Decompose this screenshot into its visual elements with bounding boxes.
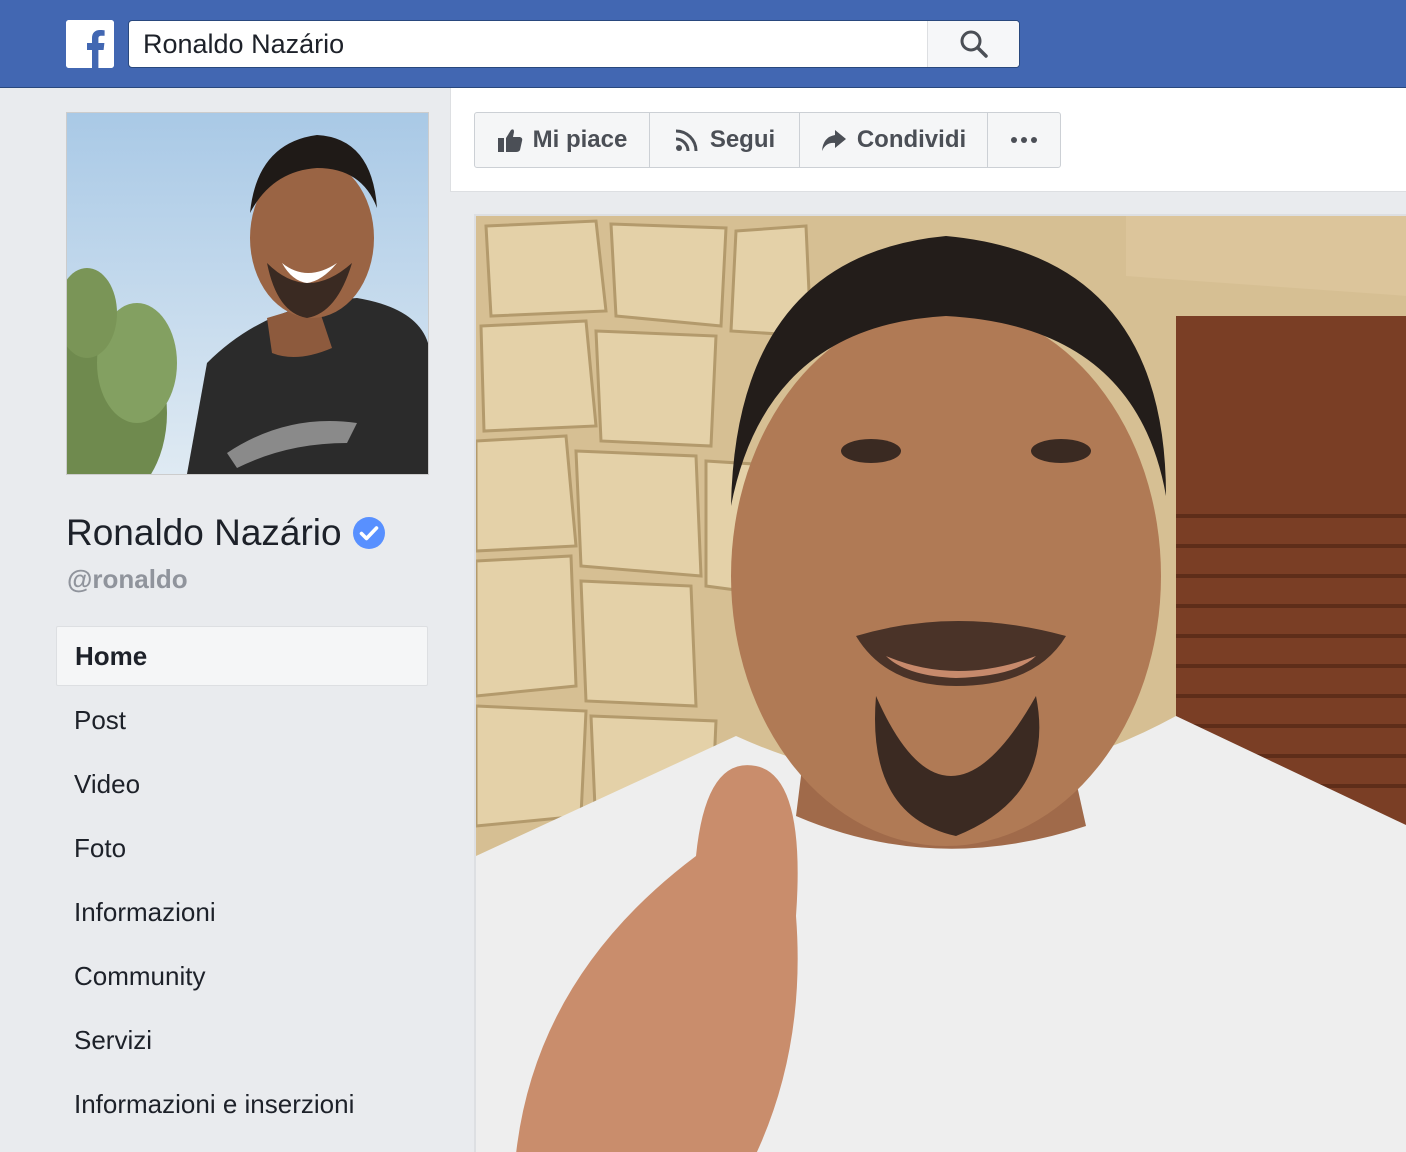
like-label: Mi piace <box>532 126 628 153</box>
search-bar <box>128 20 1020 68</box>
page-action-buttons: Mi piace Segui Condividi <box>474 112 1061 168</box>
share-arrow-icon <box>821 130 846 151</box>
share-button[interactable]: Condividi <box>800 113 988 167</box>
nav-item-video[interactable]: Video <box>56 754 428 818</box>
follow-label: Segui <box>709 126 776 153</box>
cover-photo[interactable] <box>474 214 1406 1152</box>
nav-item-info-ads[interactable]: Informazioni e inserzioni <box>56 1074 428 1138</box>
facebook-logo-icon[interactable] <box>66 20 114 68</box>
rss-icon <box>675 129 698 152</box>
top-navigation-bar <box>0 0 1406 88</box>
magnifier-icon <box>960 30 988 58</box>
follow-button[interactable]: Segui <box>650 113 800 167</box>
verified-badge-icon <box>352 517 385 549</box>
page-name: Ronaldo Nazário <box>66 510 386 556</box>
search-button[interactable] <box>927 21 1019 67</box>
search-input[interactable] <box>129 21 929 67</box>
nav-item-informazioni[interactable]: Informazioni <box>56 882 428 946</box>
nav-item-foto[interactable]: Foto <box>56 818 428 882</box>
page-username: @ronaldo <box>67 564 188 594</box>
like-button[interactable]: Mi piace <box>475 113 650 167</box>
thumbs-up-icon <box>497 129 522 152</box>
nav-item-home[interactable]: Home <box>56 626 428 686</box>
nav-item-community[interactable]: Community <box>56 946 428 1010</box>
more-options-button[interactable] <box>988 113 1060 167</box>
profile-picture[interactable] <box>66 112 429 475</box>
share-label: Condividi <box>856 126 967 153</box>
page-navigation: Home Post Video Foto Informazioni Commun… <box>56 626 428 1138</box>
nav-item-servizi[interactable]: Servizi <box>56 1010 428 1074</box>
ellipsis-icon <box>1011 137 1037 143</box>
page-name-text: Ronaldo Nazário <box>66 512 342 553</box>
nav-item-post[interactable]: Post <box>56 690 428 754</box>
